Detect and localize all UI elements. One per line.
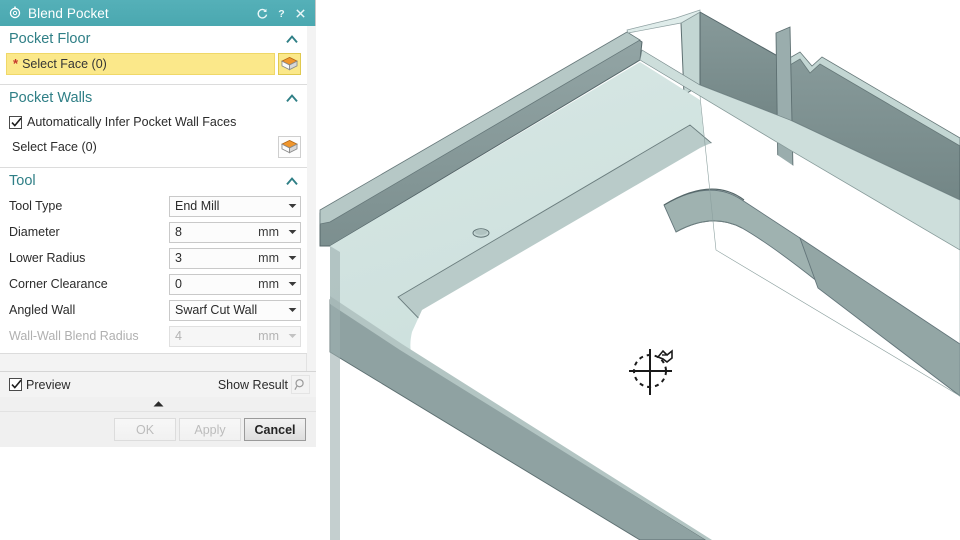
- tool-label-lower-radius: Lower Radius: [9, 251, 86, 265]
- reset-icon: [257, 8, 267, 19]
- tool-row-angled-wall: Angled Wall Swarf Cut Wall: [0, 297, 307, 323]
- apply-button: Apply: [179, 418, 241, 441]
- close-button[interactable]: [291, 4, 309, 22]
- close-icon: [295, 8, 305, 18]
- tool-row-lower-radius: Lower Radius 3 mm: [0, 245, 307, 271]
- chevron-up-icon[interactable]: [285, 32, 299, 46]
- group-header-tool[interactable]: Tool: [0, 168, 307, 193]
- tool-value-tool-type: End Mill: [175, 199, 220, 213]
- reset-button[interactable]: [253, 4, 271, 22]
- dialog-button-bar: OK Apply Cancel: [0, 411, 316, 447]
- tool-field-diameter[interactable]: 8 mm: [169, 221, 301, 243]
- pocket-walls-select-face-row[interactable]: Select Face (0): [6, 135, 301, 158]
- dialog-titlebar[interactable]: Blend Pocket ?: [0, 0, 315, 26]
- tool-row-tool-type: Tool Type End Mill: [0, 193, 307, 219]
- pocket-floor-select-face-row[interactable]: * Select Face (0): [6, 52, 301, 75]
- select-face-icon: [281, 56, 298, 70]
- group-body-tool: Tool Type End Mill Diameter 8 mm Lower Radi…: [0, 193, 307, 353]
- chevron-down-icon: [288, 308, 297, 312]
- app-root: Blend Pocket ? Pocket Floor * Select Fac…: [0, 0, 960, 540]
- checkmark-icon: [11, 379, 22, 389]
- auto-infer-wall-faces-row[interactable]: Automatically Infer Pocket Wall Faces: [0, 110, 307, 134]
- group-body-pocket-walls: Automatically Infer Pocket Wall Faces Se…: [0, 110, 307, 167]
- tool-label-tool-type: Tool Type: [9, 199, 63, 213]
- tool-dropdown-corner-clearance[interactable]: [285, 275, 300, 294]
- chevron-down-icon: [288, 256, 297, 260]
- required-asterisk-icon: *: [13, 56, 19, 71]
- part-body: [319, 9, 960, 540]
- tool-value-wall-wall-blend-radius: 4: [175, 329, 182, 343]
- group-title-pocket-floor: Pocket Floor: [9, 30, 91, 47]
- pocket-walls-select-face-label: Select Face (0): [12, 139, 97, 154]
- pocket-floor-select-face-label: Select Face (0): [22, 56, 107, 71]
- gear-icon: [9, 6, 21, 19]
- checkmark-icon: [11, 117, 22, 127]
- tool-unit-diameter: mm: [258, 225, 279, 239]
- chevron-up-icon[interactable]: [285, 174, 299, 188]
- tool-field-lower-radius[interactable]: 3 mm: [169, 247, 301, 269]
- tool-row-corner-clearance: Corner Clearance 0 mm: [0, 271, 307, 297]
- cancel-button[interactable]: Cancel: [244, 418, 306, 441]
- dialog-scrollbar[interactable]: [306, 26, 316, 371]
- pocket-floor-select-face-field[interactable]: * Select Face (0): [6, 52, 275, 75]
- group-title-pocket-walls: Pocket Walls: [9, 89, 93, 106]
- dialog-collapse-handle[interactable]: [0, 397, 316, 411]
- tool-value-lower-radius: 3: [175, 251, 182, 265]
- help-button[interactable]: ?: [272, 4, 290, 22]
- show-result-button[interactable]: [291, 375, 310, 394]
- tool-unit-wall-wall-blend-radius: mm: [258, 329, 279, 343]
- group-header-pocket-walls[interactable]: Pocket Walls: [0, 85, 307, 110]
- group-header-pocket-floor[interactable]: Pocket Floor: [0, 26, 307, 51]
- preview-bar: Preview Show Result: [0, 371, 316, 397]
- group-body-pocket-floor: * Select Face (0): [0, 52, 307, 84]
- auto-infer-wall-faces-label: Automatically Infer Pocket Wall Faces: [27, 115, 237, 129]
- group-title-tool: Tool: [9, 172, 36, 189]
- dialog-content: Pocket Floor * Select Face (0) Pocket Wa…: [0, 26, 307, 371]
- tool-value-diameter: 8: [175, 225, 182, 239]
- dialog-title: Blend Pocket: [28, 5, 109, 21]
- tool-unit-corner-clearance: mm: [258, 277, 279, 291]
- tool-label-angled-wall: Angled Wall: [9, 303, 76, 317]
- tool-value-corner-clearance: 0: [175, 277, 182, 291]
- tool-dropdown-lower-radius[interactable]: [285, 249, 300, 268]
- group-tool: Tool Tool Type End Mill Diameter 8 mm Lower…: [0, 168, 307, 354]
- tool-field-corner-clearance[interactable]: 0 mm: [169, 273, 301, 295]
- magnifier-icon: [294, 379, 304, 390]
- tool-dropdown-angled-wall[interactable]: [285, 301, 300, 320]
- chevron-down-icon: [288, 334, 297, 338]
- triangle-up-icon: [153, 401, 163, 407]
- tool-row-diameter: Diameter 8 mm: [0, 219, 307, 245]
- blend-pocket-dialog: Blend Pocket ? Pocket Floor * Select Fac…: [0, 0, 316, 447]
- tool-field-angled-wall[interactable]: Swarf Cut Wall: [169, 299, 301, 321]
- pocket-walls-face-select-button[interactable]: [278, 135, 301, 158]
- tool-dropdown-tool-type[interactable]: [285, 197, 300, 216]
- tool-value-angled-wall: Swarf Cut Wall: [175, 303, 258, 317]
- show-result-label[interactable]: Show Result: [218, 378, 288, 392]
- help-icon: ?: [278, 8, 284, 20]
- group-pocket-floor: Pocket Floor * Select Face (0): [0, 26, 307, 85]
- ok-button: OK: [114, 418, 176, 441]
- chevron-down-icon: [288, 204, 297, 208]
- auto-infer-wall-faces-checkbox[interactable]: [9, 115, 22, 129]
- tool-unit-lower-radius: mm: [258, 251, 279, 265]
- pocket-floor-face-select-button[interactable]: [278, 52, 301, 75]
- tool-label-corner-clearance: Corner Clearance: [9, 277, 108, 291]
- pocket-walls-select-face-field[interactable]: Select Face (0): [6, 136, 275, 158]
- tool-dropdown-diameter[interactable]: [285, 223, 300, 242]
- tool-label-diameter: Diameter: [9, 225, 60, 239]
- preview-checkbox[interactable]: [9, 378, 22, 391]
- svg-text:?: ?: [278, 8, 284, 20]
- dialog-body: Pocket Floor * Select Face (0) Pocket Wa…: [0, 26, 316, 371]
- preview-label: Preview: [26, 377, 71, 392]
- select-face-icon: [281, 139, 298, 153]
- chevron-up-icon[interactable]: [285, 91, 299, 105]
- tool-dropdown-wall-wall-blend-radius: [285, 327, 300, 346]
- tool-field-tool-type[interactable]: End Mill: [169, 195, 301, 217]
- tool-label-wall-wall-blend-radius: Wall-Wall Blend Radius: [9, 329, 139, 343]
- tool-field-wall-wall-blend-radius: 4 mm: [169, 325, 301, 347]
- chevron-down-icon: [288, 282, 297, 286]
- group-pocket-walls: Pocket Walls Automatically Infer Pocket …: [0, 85, 307, 168]
- chevron-down-icon: [288, 230, 297, 234]
- tool-row-wall-wall-blend-radius: Wall-Wall Blend Radius 4 mm: [0, 323, 307, 349]
